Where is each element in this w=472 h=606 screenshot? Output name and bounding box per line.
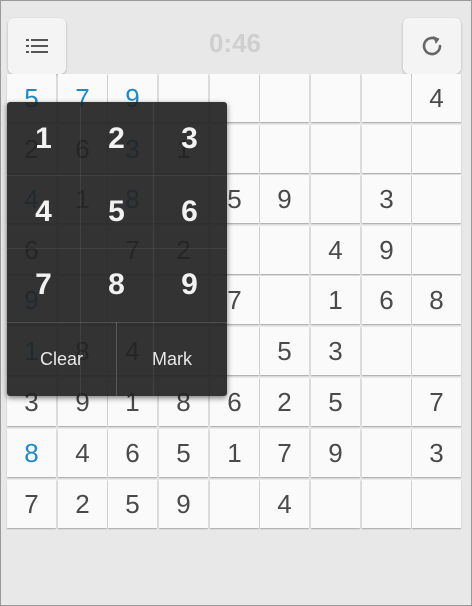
number-key-5[interactable]: 5: [80, 175, 153, 248]
sudoku-cell[interactable]: 5: [159, 429, 208, 477]
sudoku-cell[interactable]: 9: [159, 480, 208, 528]
sudoku-cell[interactable]: 1: [311, 276, 360, 324]
sudoku-cell[interactable]: [412, 327, 461, 375]
refresh-icon: [422, 36, 442, 56]
sudoku-cell[interactable]: [412, 480, 461, 528]
number-pad-popup: 987654321 Clear Mark: [7, 102, 227, 396]
sudoku-cell[interactable]: [311, 125, 360, 173]
number-key-4[interactable]: 4: [7, 175, 80, 248]
number-key-8[interactable]: 8: [80, 248, 153, 321]
sudoku-cell[interactable]: 4: [260, 480, 309, 528]
sudoku-cell[interactable]: 2: [58, 480, 107, 528]
sudoku-cell[interactable]: 4: [58, 429, 107, 477]
sudoku-cell[interactable]: 5: [260, 327, 309, 375]
sudoku-cell[interactable]: [260, 276, 309, 324]
game-timer: 0:46: [208, 28, 262, 58]
sudoku-cell[interactable]: [311, 480, 360, 528]
number-key-3[interactable]: 3: [153, 102, 226, 175]
sudoku-cell[interactable]: 8: [412, 276, 461, 324]
mark-button[interactable]: Mark: [117, 322, 227, 396]
sudoku-cell[interactable]: 4: [311, 226, 360, 274]
sudoku-cell[interactable]: 3: [412, 429, 461, 477]
sudoku-cell[interactable]: [311, 74, 360, 122]
number-key-7[interactable]: 7: [7, 248, 80, 321]
sudoku-cell[interactable]: 2: [260, 378, 309, 426]
sudoku-cell[interactable]: [311, 175, 360, 223]
sudoku-cell[interactable]: 5: [311, 378, 360, 426]
sudoku-cell[interactable]: 3: [311, 327, 360, 375]
sudoku-cell[interactable]: 9: [260, 175, 309, 223]
list-menu-icon: [26, 39, 48, 53]
sudoku-cell[interactable]: 9: [362, 226, 411, 274]
number-key-9[interactable]: 9: [153, 248, 226, 321]
sudoku-cell[interactable]: 7: [260, 429, 309, 477]
sudoku-cell[interactable]: [362, 429, 411, 477]
sudoku-cell[interactable]: 6: [108, 429, 157, 477]
sudoku-cell[interactable]: 9: [311, 429, 360, 477]
menu-button[interactable]: [8, 18, 66, 74]
number-key-6[interactable]: 6: [153, 175, 226, 248]
sudoku-cell[interactable]: [260, 74, 309, 122]
sudoku-cell[interactable]: [412, 226, 461, 274]
clear-button[interactable]: Clear: [7, 322, 116, 396]
sudoku-cell[interactable]: [362, 74, 411, 122]
restart-button[interactable]: [403, 18, 461, 74]
sudoku-cell[interactable]: [362, 378, 411, 426]
sudoku-cell[interactable]: 1: [210, 429, 259, 477]
sudoku-cell[interactable]: [362, 125, 411, 173]
sudoku-cell[interactable]: [260, 226, 309, 274]
sudoku-cell[interactable]: 3: [362, 175, 411, 223]
sudoku-cell[interactable]: [412, 125, 461, 173]
sudoku-cell[interactable]: [260, 125, 309, 173]
sudoku-cell[interactable]: 6: [362, 276, 411, 324]
sudoku-cell[interactable]: [362, 327, 411, 375]
number-key-1[interactable]: 1: [7, 102, 80, 175]
sudoku-cell[interactable]: 4: [412, 74, 461, 122]
number-key-2[interactable]: 2: [80, 102, 153, 175]
sudoku-cell[interactable]: 5: [108, 480, 157, 528]
sudoku-cell[interactable]: [412, 175, 461, 223]
sudoku-cell[interactable]: 7: [7, 480, 56, 528]
sudoku-cell[interactable]: [210, 480, 259, 528]
sudoku-cell[interactable]: 8: [7, 429, 56, 477]
sudoku-cell[interactable]: [362, 480, 411, 528]
sudoku-cell[interactable]: 7: [412, 378, 461, 426]
